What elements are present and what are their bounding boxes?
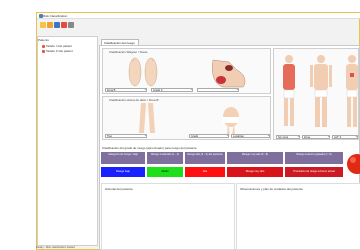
risk-cell-2[interactable]: Medio (147, 167, 183, 177)
risk-header-2: Riesgo moderado (1 - 3) (147, 152, 183, 164)
risk-cell-3[interactable]: Alto (185, 167, 225, 177)
body-side-illustration[interactable] (277, 53, 301, 131)
body-front-illustration[interactable] (308, 53, 334, 131)
app-icon (39, 14, 43, 18)
risk-indicator-icon (347, 154, 360, 174)
new-icon[interactable] (40, 22, 46, 28)
feet-panel: Clasificación Wagner / Texas Zona B Grad… (102, 48, 271, 94)
open-icon[interactable] (47, 22, 53, 28)
risk-header-4: Riesgo muy alto (6 - 8) (227, 152, 283, 164)
risk-header-5: Riesgo extremo (pasado) (> 9) (285, 152, 343, 164)
window-title: Risk Classification (43, 14, 68, 18)
risk-cell-5[interactable]: Pronóstico de riesgo extremo actual (285, 167, 343, 177)
sidebar-item-patient-2[interactable]: Tadefo II risk patient (42, 49, 73, 53)
care-plan-area[interactable]: Observaciones y plan de cuidados del pac… (236, 183, 360, 250)
feet-panel-title: Clasificación Wagner / Texas (109, 50, 148, 54)
feet-left-select[interactable]: Zona B (105, 88, 147, 92)
patient-sidebar: Tadefo I risk patient Tadefo II risk pat… (37, 36, 98, 246)
risk-cell-1[interactable]: Riesgo bajo (101, 167, 145, 177)
patient-icon (42, 49, 45, 53)
print-icon[interactable] (68, 22, 74, 28)
status-bar: Ready - Risk classification loaded (36, 246, 75, 249)
delete-icon[interactable] (61, 22, 67, 28)
risk-header-3: Riesgo alto (4 - 6) del paciente (185, 152, 225, 164)
toolbar (37, 20, 97, 30)
legs-panel-title: Clasificación ulcera de talón / Zona B (109, 98, 159, 102)
care-plan-label: Observaciones y plan de cuidados del pac… (240, 187, 303, 191)
legs-right-select[interactable]: Localizac. (231, 134, 270, 138)
heel-ulcer-illustration[interactable] (207, 56, 251, 90)
patient-icon (42, 44, 45, 48)
risk-grid-title: Clasificación del grado de riesgo (aprox… (102, 146, 197, 150)
foot-soles-illustration[interactable] (123, 57, 163, 89)
body-back-illustration[interactable] (342, 53, 360, 131)
buttocks-illustration[interactable] (221, 103, 241, 135)
body-mid-select[interactable]: Zona (302, 135, 330, 139)
save-icon[interactable] (54, 22, 60, 28)
body-panel: Sin zona Zona ALT: 0 (273, 48, 359, 140)
feet-right-select[interactable] (197, 88, 239, 92)
legs-left-select[interactable]: Tipo (105, 134, 147, 138)
risk-header-1: Categoría de riesgo / bajo (101, 152, 145, 164)
patient-history-label: Historial del paciente (105, 187, 133, 191)
legs-mid-select[interactable]: Grado (189, 134, 229, 138)
body-right-select[interactable]: ALT: 0 (332, 135, 358, 139)
legs-illustration[interactable] (137, 103, 157, 135)
feet-mid-select[interactable]: Grado 0 (151, 88, 193, 92)
title-bar: Risk Classification (37, 13, 360, 19)
sidebar-item-patient-1[interactable]: Tadefo I risk patient (42, 44, 72, 48)
body-left-select[interactable]: Sin zona (276, 135, 300, 139)
legs-panel: Clasificación ulcera de talón / Zona B T… (102, 96, 271, 140)
risk-cell-4[interactable]: Riesgo muy alto (227, 167, 283, 177)
sidebar-item-label: Tadefo II risk patient (46, 49, 73, 53)
sidebar-title: Patients (38, 38, 49, 42)
patient-history-area[interactable]: Historial del paciente (101, 183, 235, 250)
sidebar-item-label: Tadefo I risk patient (46, 44, 73, 48)
